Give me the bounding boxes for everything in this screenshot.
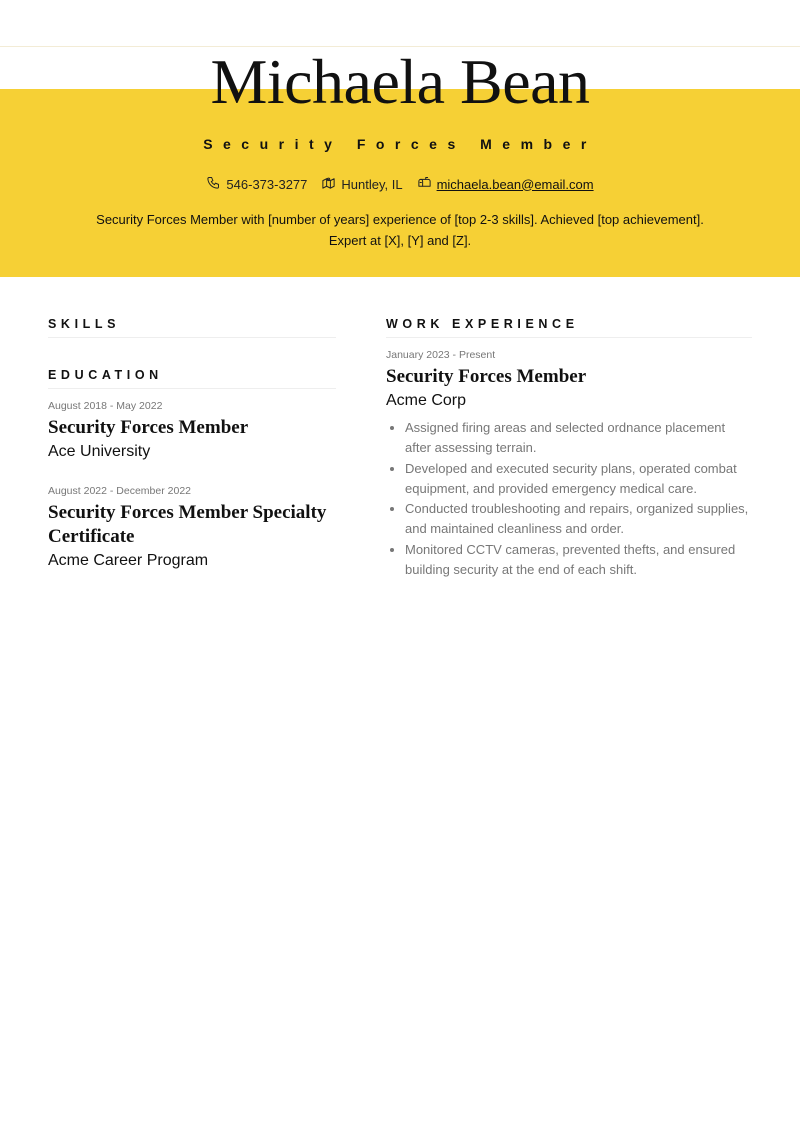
education-date: August 2022 - December 2022 [48,485,192,497]
education-heading: EDUCATION [48,368,336,389]
candidate-name: Michaela Bean [210,46,590,117]
left-column: SKILLS EDUCATION August 2018 - May 2022 … [48,317,336,602]
right-column: WORK EXPERIENCE January 2023 - Present S… [386,317,752,610]
work-bullet: Conducted troubleshooting and repairs, o… [405,499,752,540]
map-icon [321,175,336,193]
work-bullet: Developed and executed security plans, o… [405,459,752,500]
location-text: Huntley, IL [341,176,403,192]
candidate-role: Security Forces Member [203,136,597,152]
email-link[interactable]: michaela.bean@email.com [437,177,594,192]
education-school: Acme Career Program [48,552,209,569]
education-section: EDUCATION August 2018 - May 2022 Securit… [48,368,336,572]
profile-summary: Security Forces Member with [number of y… [96,212,704,248]
phone-text: 546-373-3277 [226,176,308,192]
phone-icon [206,175,221,193]
work-bullets: Assigned firing areas and selected ordna… [386,418,752,580]
contact-phone: 546-373-3277 [206,175,307,193]
education-entry: August 2022 - December 2022 Security For… [48,485,336,572]
contact-row: 546-373-3277 Huntley, IL michaela.bean@e… [0,175,800,193]
work-heading: WORK EXPERIENCE [386,317,752,338]
work-entry: January 2023 - Present Security Forces M… [386,349,752,580]
contact-location: Huntley, IL [321,175,403,193]
education-date: August 2018 - May 2022 [48,400,163,412]
work-bullet: Monitored CCTV cameras, prevented thefts… [405,540,752,581]
education-entry: August 2018 - May 2022 Security Forces M… [48,400,336,463]
education-degree: Security Forces Member [48,417,249,438]
skills-heading: SKILLS [48,317,336,338]
work-bullet: Assigned firing areas and selected ordna… [405,418,752,459]
education-school: Ace University [48,443,151,460]
skills-section: SKILLS [48,317,336,338]
work-title: Security Forces Member [386,366,587,387]
education-degree: Security Forces Member Specialty Certifi… [48,502,327,547]
mailbox-icon [417,175,432,193]
work-date: January 2023 - Present [386,349,496,361]
work-section: WORK EXPERIENCE January 2023 - Present S… [386,317,752,580]
work-company: Acme Corp [386,392,467,409]
contact-email[interactable]: michaela.bean@email.com [417,175,594,193]
